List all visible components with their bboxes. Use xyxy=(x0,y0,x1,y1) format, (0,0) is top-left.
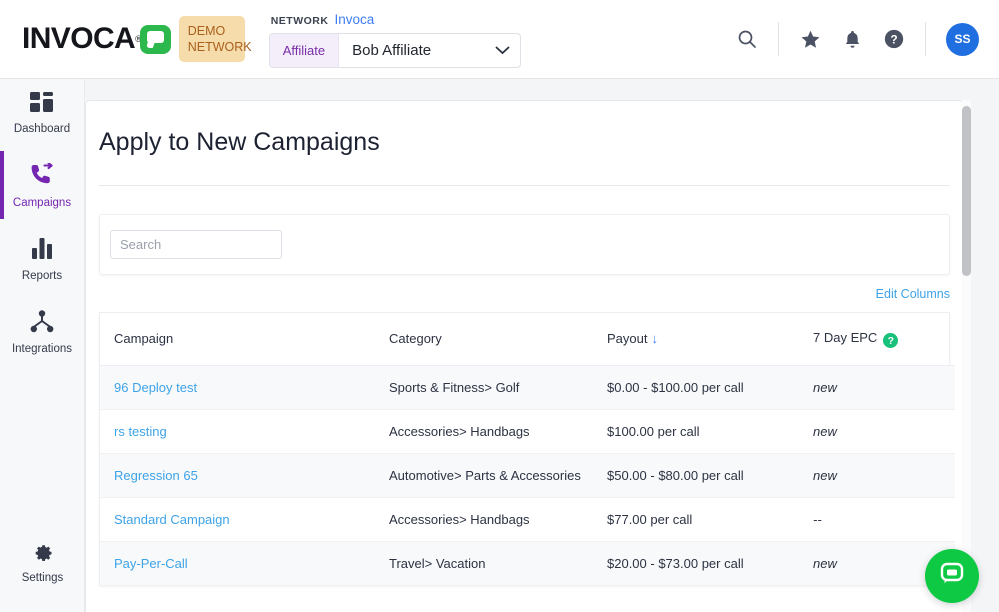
table-row[interactable]: Standard Campaign Accessories> Handbags $7… xyxy=(100,497,955,541)
column-header-payout-label: Payout xyxy=(607,331,648,347)
affiliate-selected-value: Bob Affiliate xyxy=(352,42,432,59)
table-row[interactable]: rs testing Accessories> Handbags $100.00 p… xyxy=(100,409,955,453)
speech-bubble-icon xyxy=(139,24,171,54)
call-forward-icon xyxy=(28,162,56,191)
node-tree-icon xyxy=(30,310,54,337)
table-header-row: Campaign Category Payout ↓ 7 Day EPC? xyxy=(100,313,955,366)
table-row[interactable]: Regression 65 Automotive> Parts & Accesso… xyxy=(100,453,955,497)
campaign-link-text[interactable]: Pay-Per-Call xyxy=(114,556,188,571)
campaign-category: Travel> Vacation xyxy=(389,555,486,571)
campaign-epc: -- xyxy=(813,511,822,527)
search-icon[interactable] xyxy=(726,0,768,78)
campaign-link[interactable]: rs testing xyxy=(100,409,375,453)
campaign-payout: $77.00 per call xyxy=(607,511,693,527)
affiliate-select[interactable]: Affiliate Bob Affiliate xyxy=(268,33,521,68)
sidebar-item-label: Reports xyxy=(21,270,63,282)
help-icon[interactable]: ? xyxy=(873,0,915,78)
campaign-link[interactable]: Standard Campaign xyxy=(100,497,375,541)
campaign-category: Sports & Fitness> Golf xyxy=(389,379,520,395)
chevron-down-icon[interactable] xyxy=(486,34,520,67)
star-icon[interactable] xyxy=(789,0,831,78)
network-line: NETWORK Invoca xyxy=(269,12,521,27)
campaign-link-text[interactable]: 96 Deploy test xyxy=(114,380,197,395)
affiliate-type-tag: Affiliate xyxy=(269,34,340,67)
page-scrollbar-thumb[interactable] xyxy=(962,106,971,276)
sidebar-item-integrations[interactable]: Integrations xyxy=(0,298,84,365)
table-body: 96 Deploy test Sports & Fitness> Golf $0.0… xyxy=(100,365,955,585)
campaigns-table-wrapper: Campaign Category Payout ↓ 7 Day EPC? 96 … xyxy=(99,312,955,586)
sidebar-item-settings[interactable]: Settings xyxy=(0,527,85,594)
campaign-category: Automotive> Parts & Accessories xyxy=(389,467,581,483)
avatar[interactable]: SS xyxy=(946,22,979,56)
column-header-epc[interactable]: 7 Day EPC? xyxy=(799,313,955,366)
campaign-link[interactable]: Pay-Per-Call xyxy=(100,541,375,585)
edit-columns-link[interactable]: Edit Columns xyxy=(86,287,950,301)
campaign-epc: new xyxy=(813,379,837,395)
bell-icon[interactable] xyxy=(831,0,873,78)
campaign-link-text[interactable]: rs testing xyxy=(114,424,167,439)
campaign-link[interactable]: Regression 65 xyxy=(100,453,375,497)
gear-icon xyxy=(31,545,54,566)
brand-logo[interactable]: INVOCA ® DEMO NETWORK xyxy=(22,16,252,62)
search-input[interactable] xyxy=(110,230,282,259)
campaign-link-text[interactable]: Standard Campaign xyxy=(114,512,230,527)
sidebar-item-dashboard[interactable]: Dashboard xyxy=(0,79,84,145)
sidebar-item-label: Campaigns xyxy=(12,197,72,209)
campaign-payout: $20.00 - $73.00 per call xyxy=(607,555,744,571)
bar-chart-icon xyxy=(30,238,54,264)
app-header: INVOCA ® DEMO NETWORK NETWORK Invoca Aff… xyxy=(0,0,999,79)
campaign-link[interactable]: 96 Deploy test xyxy=(100,365,375,409)
header-divider xyxy=(778,22,779,56)
campaign-payout: $100.00 per call xyxy=(607,423,700,439)
header-actions: ? SS xyxy=(726,0,979,78)
column-header-campaign[interactable]: Campaign xyxy=(100,313,375,366)
demo-network-badge: DEMO NETWORK xyxy=(178,16,252,62)
sidebar-item-reports[interactable]: Reports xyxy=(0,225,84,292)
table-row[interactable]: Pay-Per-Call Travel> Vacation $20.00 - $73… xyxy=(100,541,955,585)
column-header-category[interactable]: Category xyxy=(375,313,593,366)
epc-help-icon[interactable]: ? xyxy=(883,333,899,348)
column-header-payout[interactable]: Payout ↓ xyxy=(593,313,799,366)
dashboard-icon xyxy=(29,92,55,117)
campaign-category: Accessories> Handbags xyxy=(389,423,530,439)
campaign-category: Accessories> Handbags xyxy=(389,511,530,527)
chat-widget-button[interactable] xyxy=(925,549,979,603)
sidebar-item-campaigns[interactable]: Campaigns xyxy=(0,151,84,219)
page-scrollbar-track[interactable] xyxy=(962,100,971,612)
chat-bubble-icon xyxy=(938,560,966,593)
column-header-epc-label: 7 Day EPC xyxy=(813,329,878,345)
sidebar-item-label: Dashboard xyxy=(13,123,71,135)
campaign-payout: $0.00 - $100.00 per call xyxy=(607,379,744,395)
svg-text:?: ? xyxy=(890,33,897,47)
table-head: Campaign Category Payout ↓ 7 Day EPC? xyxy=(100,313,955,366)
title-divider xyxy=(99,185,950,186)
campaign-epc: new xyxy=(813,467,837,483)
logo-wordmark: INVOCA xyxy=(22,22,136,55)
sidebar-item-label: Integrations xyxy=(11,343,73,355)
main-content-card: Apply to New Campaigns Edit Columns Camp… xyxy=(85,100,964,612)
network-switcher: NETWORK Invoca Affiliate Bob Affiliate xyxy=(268,12,521,68)
table-row[interactable]: 96 Deploy test Sports & Fitness> Golf $0.0… xyxy=(100,365,955,409)
campaign-link-text[interactable]: Regression 65 xyxy=(114,468,198,483)
network-value-link[interactable]: Invoca xyxy=(334,12,374,27)
campaign-payout: $50.00 - $80.00 per call xyxy=(607,467,744,483)
search-panel xyxy=(99,214,950,275)
sidebar: Dashboard Campaigns Reports Integrations… xyxy=(0,79,85,612)
campaign-epc: new xyxy=(813,423,837,439)
sort-desc-arrow-icon[interactable]: ↓ xyxy=(651,331,658,346)
page-title: Apply to New Campaigns xyxy=(99,128,380,156)
header-divider-2 xyxy=(925,22,926,56)
sidebar-item-label: Settings xyxy=(21,572,64,584)
network-label: NETWORK xyxy=(270,15,329,27)
campaigns-table: Campaign Category Payout ↓ 7 Day EPC? 96 … xyxy=(100,313,955,586)
